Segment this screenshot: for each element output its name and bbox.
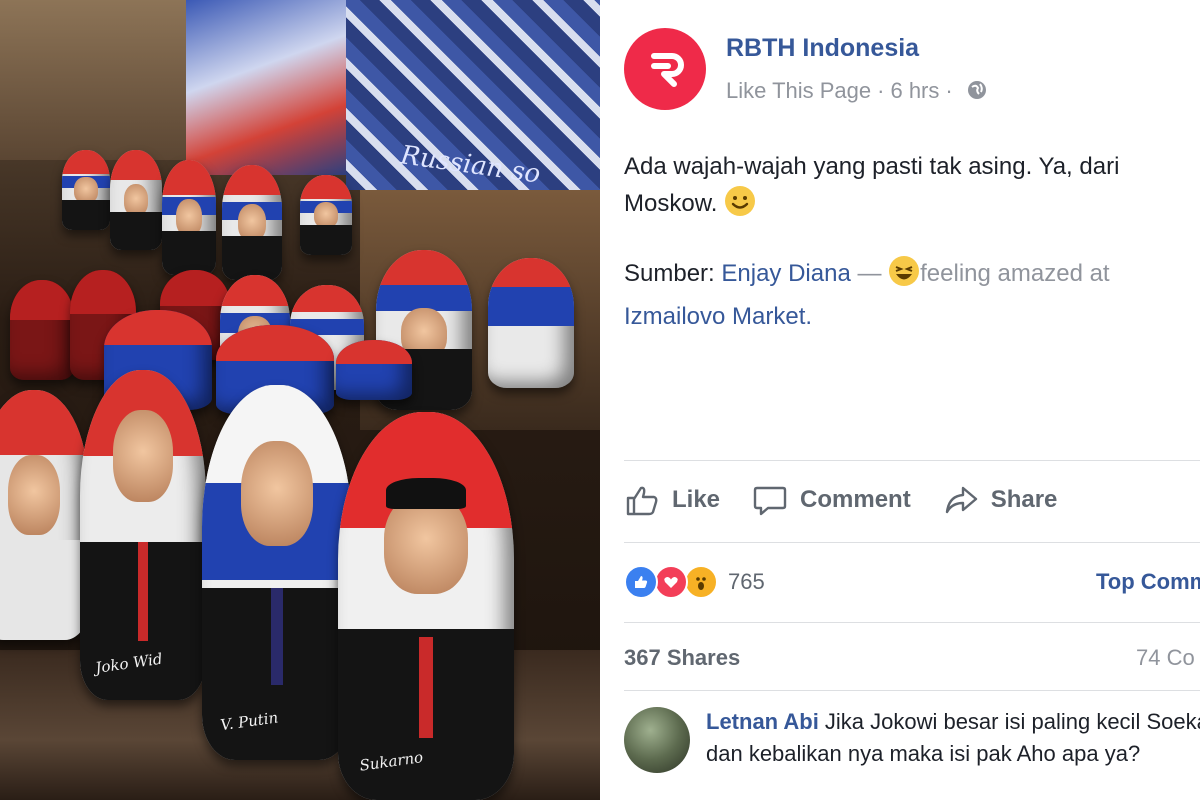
post-text: Ada wajah-wajah yang pasti tak asing. Ya… [624,148,1200,228]
post-meta: Like This Page · 6 hrs · [726,78,987,106]
rbth-logo-icon [651,53,684,87]
location-link[interactable]: Izmailovo Market. [624,298,1110,335]
source-author-link[interactable]: Enjay Diana [721,260,850,287]
like-label: Like [672,486,721,513]
matryoshka-doll-putin: V. Putin [202,385,352,760]
love-reaction-icon [654,565,688,599]
post-time[interactable]: 6 hrs [890,78,939,103]
facebook-post: RBTH Indonesia Like This Page · 6 hrs · Ada… [600,0,1200,800]
post-text-line-2: Moskow. [624,190,718,217]
top-comments-dropdown[interactable]: Top Comm [1096,569,1200,595]
divider [624,542,1200,543]
page-name-link[interactable]: RBTH Indonesia [726,34,919,63]
laughing-emoji-icon [888,255,920,298]
feeling-text: feeling amazed at [920,260,1110,287]
shares-count[interactable]: 367 Shares [624,645,740,671]
comment-label: Comment [800,486,911,513]
matryoshka-doll [222,165,282,280]
commenter-avatar[interactable] [624,707,690,773]
matryoshka-doll [488,258,574,388]
share-label: Share [990,486,1058,513]
matryoshka-doll-sukarno: Sukarno [338,412,514,800]
comment-author-link[interactable]: Letnan Abi [706,709,819,734]
source-dash: — [857,260,882,287]
painting [186,0,346,175]
like-page-link[interactable]: Like This Page [726,78,871,103]
matryoshka-doll [0,390,88,640]
matryoshka-doll [10,280,74,380]
globe-icon [967,80,987,106]
comment-button[interactable]: Comment [752,482,911,518]
thumbs-up-icon [626,486,658,516]
matryoshka-doll [62,150,110,230]
post-photo[interactable]: Russian so Joko Wid V. Putin Sukarno [0,0,600,800]
matryoshka-doll [162,160,216,275]
comment-item: Letnan Abi Jika Jokowi besar isi paling k… [706,706,1200,770]
like-button[interactable]: Like [624,482,720,518]
comment-icon [753,486,787,516]
like-reaction-icon [624,565,658,599]
divider [624,622,1200,623]
share-button[interactable]: Share [943,482,1058,518]
smile-emoji-icon [724,185,756,228]
divider [624,460,1200,461]
post-actions: Like Comment Share [624,478,1089,522]
reactions-summary[interactable]: 765 [624,565,765,599]
share-icon [945,486,977,514]
source-label: Sumber: [624,260,715,287]
divider [624,690,1200,691]
post-source: Sumber: Enjay Diana — feeling amazed at … [624,255,1110,335]
page-avatar[interactable] [624,28,706,110]
reactions-count: 765 [728,569,765,594]
matryoshka-doll-jokowi: Joko Wid [80,370,206,700]
wow-reaction-icon [684,565,718,599]
matryoshka-doll [300,175,352,255]
post-text-line-1: Ada wajah-wajah yang pasti tak asing. Ya… [624,153,1120,180]
matryoshka-doll [110,150,162,250]
comments-count[interactable]: 74 Co [1136,645,1195,671]
